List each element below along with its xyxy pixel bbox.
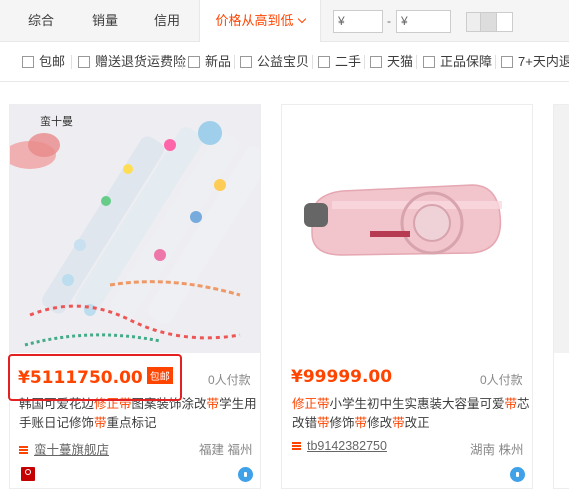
title-keyword: 修正带 xyxy=(292,397,330,411)
chat-icon[interactable] xyxy=(510,467,525,482)
filter-new[interactable]: 新品 xyxy=(188,42,231,82)
filter-label: 二手 xyxy=(335,54,362,69)
product-card[interactable]: ¥99999.00 0人付款 修正带小学生初中生实惠装大容量可爱带芯改错带修饰带… xyxy=(281,104,533,489)
filter-7day-return[interactable]: 7+天内退货 xyxy=(501,42,569,82)
product-card[interactable]: 蛮十曼 ¥5111750.00 包邮 0人付款 韩国可爱花边修正带图案装饰涂改带学… xyxy=(9,104,261,489)
checkbox-icon[interactable] xyxy=(188,55,200,68)
deal-count: 0人付款 xyxy=(480,373,523,387)
big-view-icon[interactable] xyxy=(496,12,513,32)
checkbox-icon[interactable] xyxy=(501,55,513,68)
title-text: 修改 xyxy=(367,416,393,430)
shop-link[interactable]: tb9142382750 xyxy=(292,439,387,453)
price-max-input[interactable]: ¥ xyxy=(396,10,451,33)
sort-tab-price-desc[interactable]: 价格从高到低 xyxy=(199,0,321,42)
title-text: 重点标记 xyxy=(106,416,157,430)
filter-return-insurance[interactable]: 赠送退货运费险 xyxy=(78,42,186,82)
shop-link[interactable]: 蛮十蔓旗舰店 xyxy=(19,439,109,458)
product-title[interactable]: 修正带小学生初中生实惠装大容量可爱带芯改错带修饰带修改带改正 xyxy=(292,395,530,433)
filter-label: 7+天内退货 xyxy=(518,54,569,69)
checkbox-icon[interactable] xyxy=(318,55,330,68)
sort-tab-comprehensive[interactable]: 综合 xyxy=(28,0,54,41)
checkbox-icon[interactable] xyxy=(22,55,34,68)
product-card-partial[interactable] xyxy=(553,104,569,489)
filter-genuine[interactable]: 正品保障 xyxy=(423,42,492,82)
product-image[interactable] xyxy=(554,105,569,353)
title-keyword: 带 xyxy=(504,397,518,411)
price-range-separator: - xyxy=(387,14,391,28)
product-image[interactable]: 蛮十曼 xyxy=(10,105,260,353)
filter-label: 天猫 xyxy=(387,54,414,69)
tmall-icon[interactable] xyxy=(21,467,35,481)
title-text: 修饰 xyxy=(329,416,355,430)
brand-logo-text: 蛮十曼 xyxy=(40,114,73,128)
filter-label: 新品 xyxy=(205,54,232,69)
deal-count: 0人付款 xyxy=(208,373,251,387)
checkbox-icon[interactable] xyxy=(240,55,252,68)
location: 湖南 株州 xyxy=(470,443,524,457)
highlight-box xyxy=(8,354,182,401)
title-text: 小学生初中生实惠装大容量可爱 xyxy=(329,397,505,411)
shop-icon xyxy=(19,445,28,454)
filter-free-shipping[interactable]: 包邮 xyxy=(22,42,65,82)
price-min-input[interactable]: ¥ xyxy=(333,10,383,33)
filter-label: 正品保障 xyxy=(440,54,493,69)
filter-label: 赠送退货运费险 xyxy=(95,54,187,69)
view-toggle[interactable] xyxy=(466,12,528,32)
shop-name: tb9142382750 xyxy=(307,439,387,453)
title-keyword: 带 xyxy=(392,416,405,430)
product-image[interactable] xyxy=(282,105,532,353)
filter-second-hand[interactable]: 二手 xyxy=(318,42,361,82)
location: 福建 福州 xyxy=(199,443,253,457)
product-price: ¥99999.00 xyxy=(291,367,393,387)
shop-icon xyxy=(292,441,301,450)
checkbox-icon[interactable] xyxy=(423,55,435,68)
title-keyword: 带 xyxy=(94,416,107,430)
filter-label: 公益宝贝 xyxy=(257,54,310,69)
chevron-down-icon xyxy=(297,14,306,24)
checkbox-icon[interactable] xyxy=(78,55,90,68)
title-keyword: 带 xyxy=(354,416,368,430)
sort-tab-price-desc-label: 价格从高到低 xyxy=(215,13,294,28)
sort-bar: 综合 销量 信用 价格从高到低 ¥ - ¥ xyxy=(0,0,569,42)
sort-tab-sales[interactable]: 销量 xyxy=(92,0,118,41)
filter-label: 包邮 xyxy=(39,54,66,69)
filter-charity[interactable]: 公益宝贝 xyxy=(240,42,309,82)
title-keyword: 带 xyxy=(317,416,330,430)
title-text: 改正 xyxy=(404,416,430,430)
grid-view-icon[interactable] xyxy=(466,12,481,32)
filter-tmall[interactable]: 天猫 xyxy=(370,42,413,82)
list-view-icon[interactable] xyxy=(480,12,497,32)
sort-tab-credit[interactable]: 信用 xyxy=(154,0,180,41)
shop-name: 蛮十蔓旗舰店 xyxy=(34,443,110,457)
title-keyword: 带 xyxy=(206,397,220,411)
filter-bar: 包邮 赠送退货运费险 新品 公益宝贝 二手 天猫 正品保障 7+天内退货 xyxy=(0,42,569,82)
checkbox-icon[interactable] xyxy=(370,55,382,68)
chat-icon[interactable] xyxy=(238,467,253,482)
